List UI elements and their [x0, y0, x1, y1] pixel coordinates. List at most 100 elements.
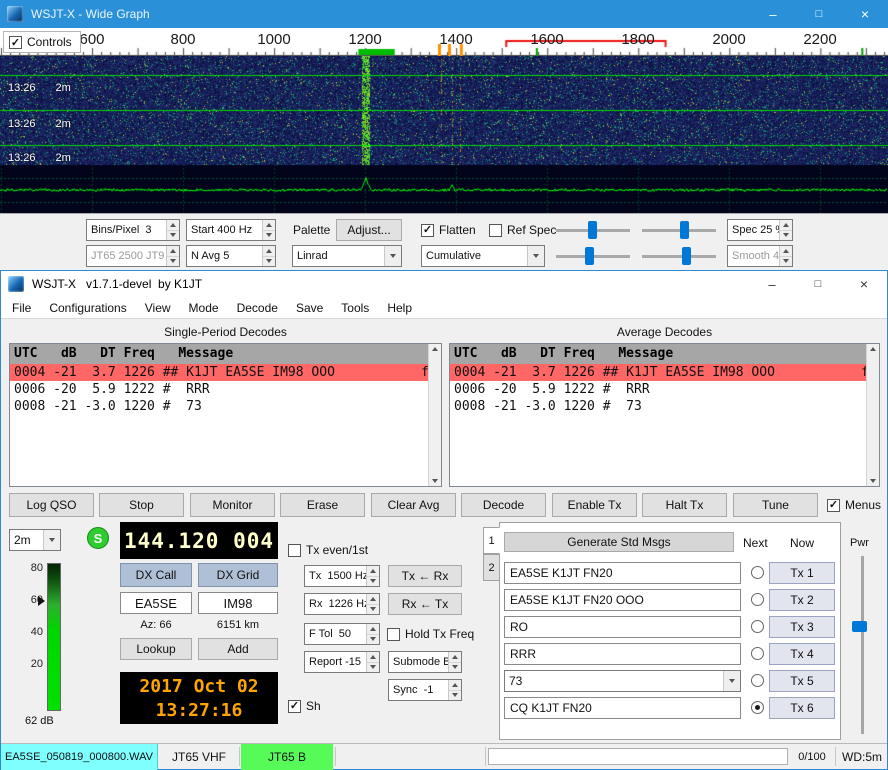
- chevron-down-icon[interactable]: [43, 530, 60, 550]
- tx3-button[interactable]: Tx 3: [769, 616, 835, 638]
- spin-down-icon[interactable]: [449, 690, 461, 701]
- frequency-scale[interactable]: ✓ Controls 600 800 1000 1200 1400 1600 1…: [0, 28, 888, 56]
- spin-down-icon[interactable]: [367, 576, 379, 587]
- slider-handle[interactable]: [680, 221, 689, 239]
- spin-up-icon[interactable]: [449, 652, 461, 662]
- tune-button[interactable]: Tune: [733, 493, 818, 517]
- stop-button[interactable]: Stop: [99, 493, 184, 517]
- spin-up-icon[interactable]: [367, 594, 379, 604]
- tx-select-radio-3[interactable]: [751, 620, 764, 633]
- tx-message-input-2[interactable]: EA5SE K1JT FN20 OOO: [504, 589, 741, 611]
- scroll-down-icon[interactable]: [432, 479, 438, 483]
- menu-item-view[interactable]: View: [136, 298, 180, 318]
- spin-down-icon[interactable]: [263, 256, 275, 267]
- tx-message-combo-5[interactable]: 73: [504, 670, 741, 692]
- sync-spinner[interactable]: Sync -1: [388, 679, 462, 701]
- start-freq-spinner[interactable]: Start 400 Hz: [186, 219, 276, 241]
- spin-up-icon[interactable]: [167, 220, 179, 230]
- tx-message-input-4[interactable]: RRR: [504, 643, 741, 665]
- sh-checkbox[interactable]: ✓ Sh: [288, 699, 321, 713]
- tx-message-input-1[interactable]: EA5SE K1JT FN20: [504, 562, 741, 584]
- tx-select-radio-1[interactable]: [751, 566, 764, 579]
- wide-graph-titlebar[interactable]: WSJT-X - Wide Graph – □ ×: [0, 0, 888, 28]
- spectrum-type-combo[interactable]: Cumulative: [421, 245, 545, 267]
- decode-row[interactable]: 0004 -21 3.7 1226 ## K1JT EA5SE IM98 OOO…: [450, 364, 879, 381]
- pwr-slider[interactable]: [861, 556, 864, 734]
- minimize-icon[interactable]: –: [749, 271, 795, 297]
- maximize-icon[interactable]: □: [795, 271, 841, 297]
- tx-select-radio-2[interactable]: [751, 593, 764, 606]
- tx1-button[interactable]: Tx 1: [769, 562, 835, 584]
- spin-up-icon[interactable]: [367, 652, 379, 662]
- dx-grid-button[interactable]: DX Grid: [198, 563, 278, 587]
- decode-row[interactable]: 0008 -21 -3.0 1220 # 73: [450, 398, 879, 415]
- enable-tx-button[interactable]: Enable Tx: [552, 493, 637, 517]
- waterfall-canvas[interactable]: [0, 56, 888, 213]
- minimize-icon[interactable]: –: [750, 0, 796, 28]
- chevron-down-icon[interactable]: [527, 246, 544, 266]
- waterfall-display[interactable]: 13:262m 13:262m 13:262m: [0, 56, 888, 213]
- scroll-up-icon[interactable]: [870, 347, 876, 351]
- clear-avg-button[interactable]: Clear Avg: [371, 493, 456, 517]
- spin-down-icon[interactable]: [167, 230, 179, 241]
- spin-down-icon[interactable]: [263, 230, 275, 241]
- spin-down-icon[interactable]: [367, 634, 379, 645]
- spin-up-icon[interactable]: [780, 220, 792, 230]
- slider-handle[interactable]: [682, 247, 691, 265]
- tx4-button[interactable]: Tx 4: [769, 643, 835, 665]
- decode-row[interactable]: 0006 -20 5.9 1222 # RRR: [10, 381, 441, 398]
- rx-freq-spinner[interactable]: Rx 1226 Hz: [304, 593, 380, 615]
- spin-up-icon[interactable]: [367, 566, 379, 576]
- bins-pixel-spinner[interactable]: Bins/Pixel 3: [86, 219, 180, 241]
- menu-item-file[interactable]: File: [3, 298, 40, 318]
- log-qso-button[interactable]: Log QSO: [9, 493, 94, 517]
- decode-button[interactable]: Decode: [461, 493, 546, 517]
- menu-item-tools[interactable]: Tools: [332, 298, 378, 318]
- rx-from-tx-button[interactable]: Rx ← Tx: [388, 593, 462, 615]
- erase-button[interactable]: Erase: [280, 493, 365, 517]
- ref-spec-checkbox[interactable]: Ref Spec: [489, 223, 556, 237]
- menu-item-decode[interactable]: Decode: [228, 298, 287, 318]
- menu-item-help[interactable]: Help: [378, 298, 421, 318]
- single-decodes-panel[interactable]: UTC dB DT Freq Message 0004 -21 3.7 1226…: [9, 343, 442, 487]
- tx-select-radio-4[interactable]: [751, 647, 764, 660]
- spec-gain-slider[interactable]: [556, 245, 630, 267]
- dx-call-button[interactable]: DX Call: [120, 563, 192, 587]
- palette-combo[interactable]: Linrad: [292, 245, 402, 267]
- lookup-button[interactable]: Lookup: [120, 638, 192, 660]
- spec-percent-spinner[interactable]: Spec 25 %: [727, 219, 793, 241]
- submode-spinner[interactable]: Submode B: [388, 651, 462, 673]
- main-titlebar[interactable]: WSJT-X v1.7.1-devel by K1JT – □ ×: [1, 271, 887, 297]
- spin-up-icon[interactable]: [263, 246, 275, 256]
- spin-down-icon[interactable]: [780, 230, 792, 241]
- spin-up-icon[interactable]: [367, 624, 379, 634]
- tx-message-input-6[interactable]: CQ K1JT FN20: [504, 697, 741, 719]
- tx-select-radio-6[interactable]: [751, 701, 764, 714]
- tx-even-checkbox[interactable]: Tx even/1st: [288, 543, 368, 557]
- band-combo[interactable]: 2m: [9, 529, 61, 551]
- spin-down-icon[interactable]: [367, 604, 379, 615]
- spin-up-icon[interactable]: [263, 220, 275, 230]
- dx-grid-input[interactable]: IM98: [198, 592, 278, 614]
- spin-down-icon[interactable]: [367, 662, 379, 673]
- maximize-icon[interactable]: □: [796, 0, 842, 28]
- dx-call-input[interactable]: EA5SE: [120, 592, 192, 614]
- n-avg-spinner[interactable]: N Avg 5: [186, 245, 276, 267]
- slider-handle[interactable]: [585, 247, 594, 265]
- hold-tx-freq-checkbox[interactable]: Hold Tx Freq: [387, 627, 474, 641]
- pwr-slider-handle[interactable]: [852, 621, 867, 632]
- chevron-down-icon[interactable]: [384, 246, 401, 266]
- tx5-button[interactable]: Tx 5: [769, 670, 835, 692]
- scroll-down-icon[interactable]: [870, 479, 876, 483]
- tx6-button[interactable]: Tx 6: [769, 697, 835, 719]
- spec-zero-slider[interactable]: [642, 245, 716, 267]
- spin-down-icon[interactable]: [449, 662, 461, 673]
- scroll-up-icon[interactable]: [432, 347, 438, 351]
- waterfall-gain-slider[interactable]: [556, 219, 630, 241]
- close-icon[interactable]: ×: [841, 271, 887, 297]
- flatten-checkbox[interactable]: ✓ Flatten: [421, 223, 476, 237]
- decode-row[interactable]: 0008 -21 -3.0 1220 # 73: [10, 398, 441, 415]
- f-tol-spinner[interactable]: F Tol 50: [304, 623, 380, 645]
- halt-tx-button[interactable]: Halt Tx: [642, 493, 727, 517]
- chevron-down-icon[interactable]: [723, 671, 740, 691]
